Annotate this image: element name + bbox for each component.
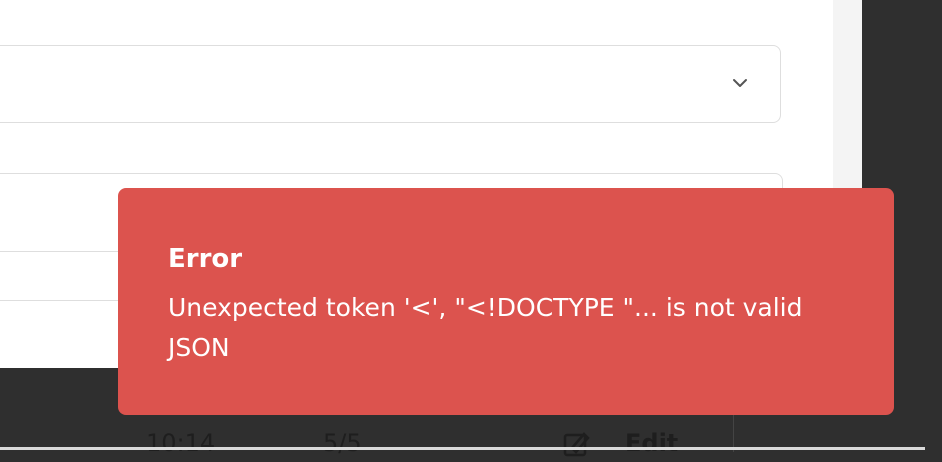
row-time: 10:14 xyxy=(146,429,216,457)
row-score: 5/5 xyxy=(323,429,362,457)
window-bottom-edge xyxy=(0,447,925,450)
toast-title: Error xyxy=(168,244,243,274)
dropdown-select[interactable] xyxy=(0,45,781,123)
edit-icon[interactable] xyxy=(562,430,590,458)
error-toast[interactable]: Error Unexpected token '<', "<!DOCTYPE "… xyxy=(118,188,894,415)
toast-message: Unexpected token '<', "<!DOCTYPE "... is… xyxy=(168,293,803,362)
chevron-down-icon[interactable] xyxy=(732,75,748,91)
edit-button[interactable]: Edit xyxy=(625,431,678,455)
